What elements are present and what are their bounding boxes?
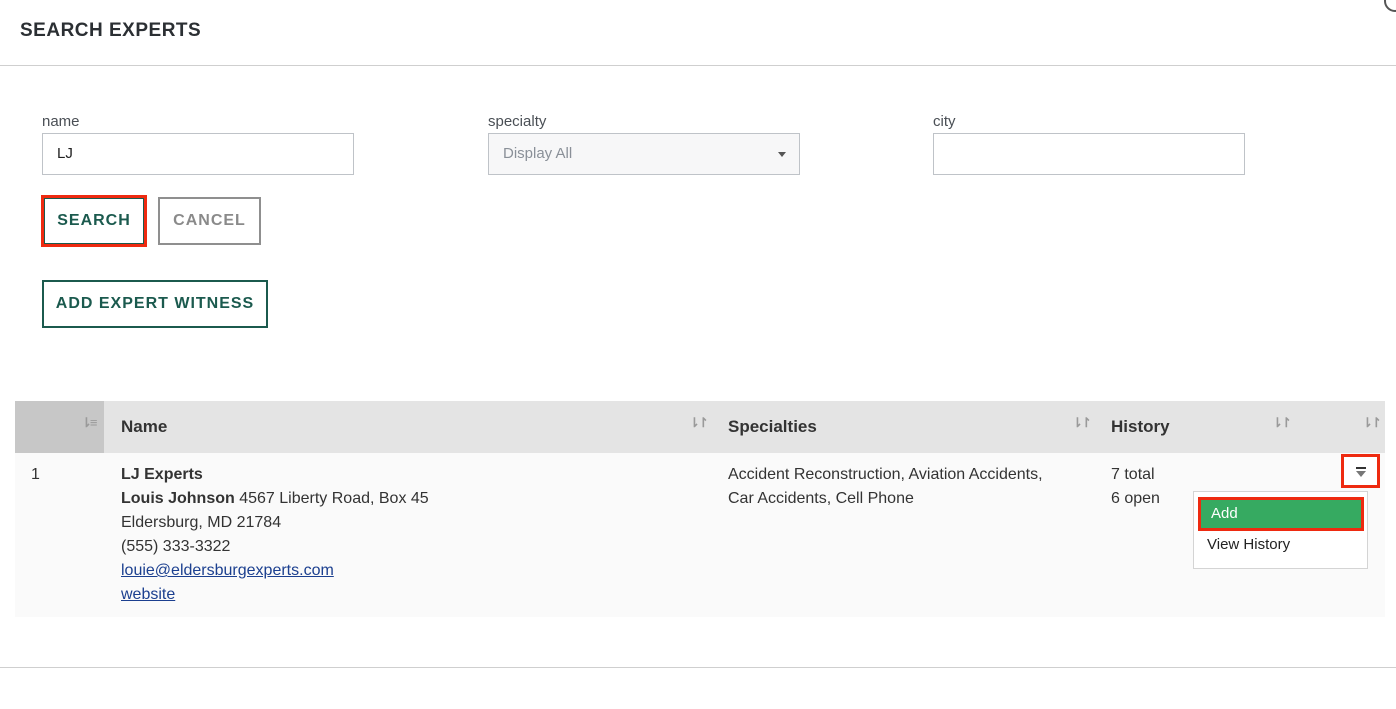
specialties-header-label: Specialties <box>728 417 817 436</box>
history-cell: 7 total 6 open <box>1111 463 1160 511</box>
specialties-column-header[interactable]: Specialties ⇂↾ <box>728 401 1098 453</box>
row-actions-toggle[interactable] <box>1341 454 1380 488</box>
modal-header: SEARCH EXPERTS <box>0 0 1396 66</box>
chevron-down-icon <box>778 152 786 157</box>
sort-icon: ⇂↾ <box>689 415 709 430</box>
modal-title: SEARCH EXPERTS <box>20 20 202 41</box>
table-header: ⇂≡ Name ⇂↾ Specialties ⇂↾ History ⇂↾ ⇂↾ <box>15 401 1385 453</box>
city-label: city <box>933 113 956 130</box>
history-header-label: History <box>1111 417 1170 436</box>
history-total: 7 total <box>1111 466 1155 483</box>
address-line-1: 4567 Liberty Road, Box 45 <box>239 490 429 507</box>
phone-number: (555) 333-3322 <box>121 538 231 555</box>
city-input[interactable] <box>933 133 1245 175</box>
specialty-select-value: Display All <box>503 145 573 162</box>
contact-line: Louis Johnson 4567 Liberty Road, Box 45 <box>121 487 429 511</box>
company-name: LJ Experts <box>121 466 203 483</box>
specialties-line-1: Accident Reconstruction, Aviation Accide… <box>728 466 1043 483</box>
sort-icon: ⇂↾ <box>1272 415 1292 430</box>
cancel-button[interactable]: CANCEL <box>158 197 261 245</box>
close-icon[interactable] <box>1384 0 1396 12</box>
sort-icon: ⇂≡ <box>81 415 98 430</box>
footer-divider <box>0 667 1396 668</box>
index-column-header[interactable]: ⇂≡ <box>15 401 104 453</box>
specialties-line-2: Car Accidents, Cell Phone <box>728 490 914 507</box>
name-column-header[interactable]: Name ⇂↾ <box>121 401 711 453</box>
expert-details: LJ Experts Louis Johnson 4567 Liberty Ro… <box>121 463 429 607</box>
experts-table: ⇂≡ Name ⇂↾ Specialties ⇂↾ History ⇂↾ ⇂↾ … <box>15 401 1385 617</box>
name-header-label: Name <box>121 417 168 436</box>
website-link[interactable]: website <box>121 586 175 603</box>
contact-name: Louis Johnson <box>121 490 235 507</box>
table-row: 1 LJ Experts Louis Johnson 4567 Liberty … <box>15 453 1385 617</box>
menu-item-add[interactable]: Add <box>1198 497 1364 531</box>
sort-icon: ⇂↾ <box>1072 415 1092 430</box>
email-link[interactable]: louie@eldersburgexperts.com <box>121 562 334 579</box>
name-input[interactable]: LJ <box>42 133 354 175</box>
address-line-2: Eldersburg, MD 21784 <box>121 514 282 531</box>
history-column-header[interactable]: History ⇂↾ ⇂↾ <box>1111 401 1385 453</box>
search-button[interactable]: SEARCH <box>43 197 145 245</box>
specialty-select[interactable]: Display All <box>488 133 800 175</box>
row-index: 1 <box>31 466 40 483</box>
sort-icon: ⇂↾ <box>1362 415 1382 430</box>
add-expert-witness-button[interactable]: ADD EXPERT WITNESS <box>42 280 268 328</box>
specialties-cell: Accident Reconstruction, Aviation Accide… <box>728 463 1043 511</box>
name-label: name <box>42 113 80 130</box>
dropdown-arrow-icon <box>1356 467 1366 477</box>
history-open: 6 open <box>1111 490 1160 507</box>
menu-item-view-history[interactable]: View History <box>1207 536 1290 553</box>
specialty-label: specialty <box>488 113 547 130</box>
row-actions-menu: Add View History <box>1193 491 1368 569</box>
